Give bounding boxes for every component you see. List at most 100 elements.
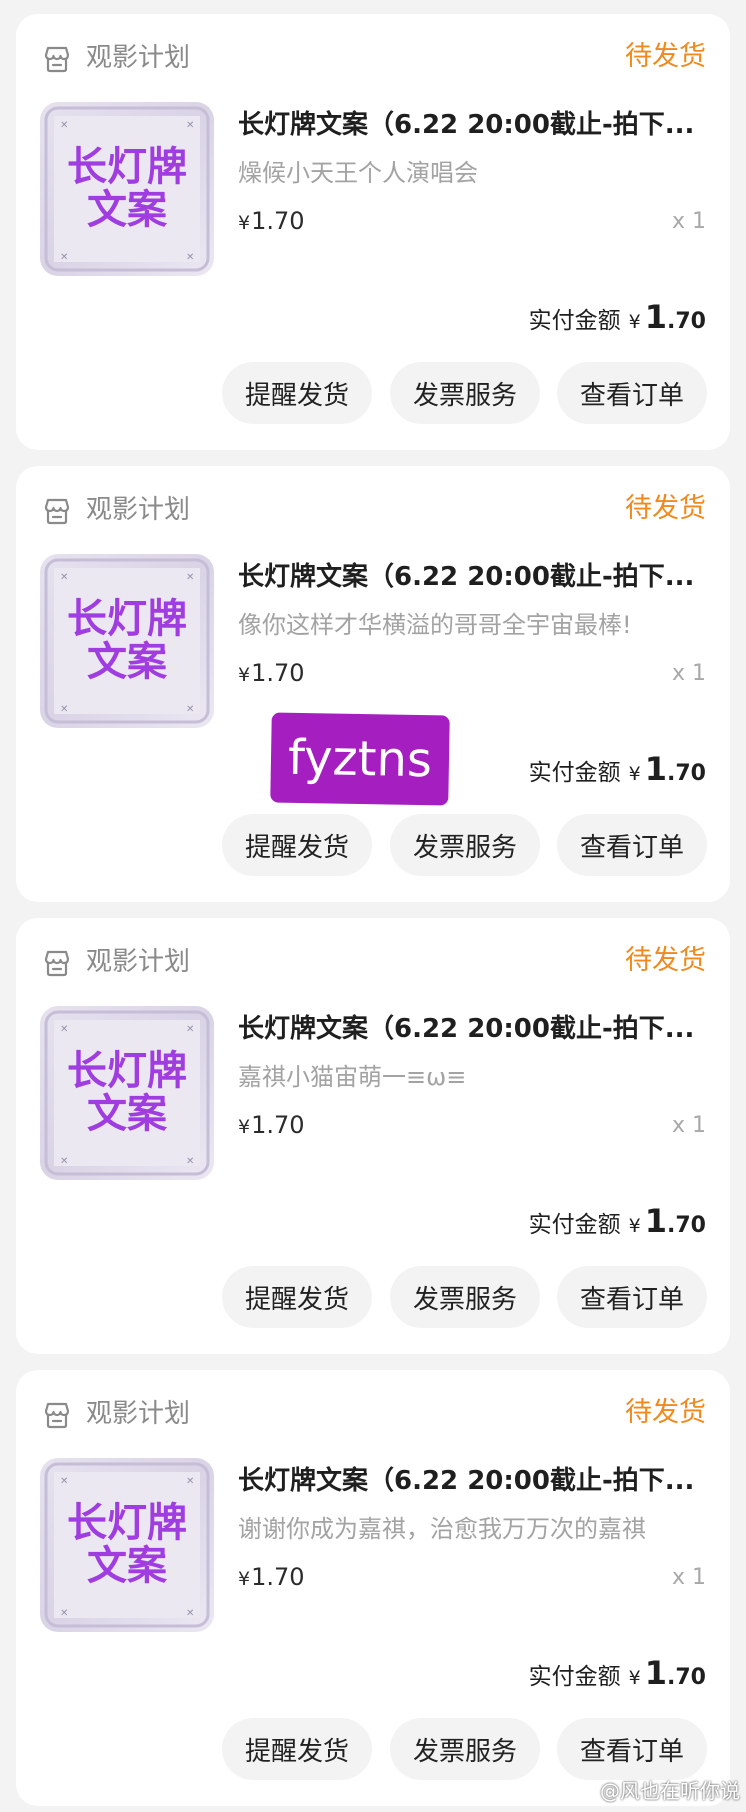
thumb-text-line1: 长灯牌	[67, 1048, 187, 1094]
view-order-button[interactable]: 查看订单	[557, 814, 707, 876]
thumb-text-line1: 长灯牌	[67, 1500, 187, 1546]
svg-text:✕: ✕	[186, 1608, 194, 1619]
order-list-page: 观影计划 待发货 ✕ ✕ ✕ ✕ 长灯牌 文案 长灯牌文案（6.22 20:00…	[0, 0, 746, 1812]
quantity: x 1	[671, 661, 706, 686]
paid-integer: 1	[644, 298, 668, 336]
view-order-button[interactable]: 查看订单	[557, 1718, 707, 1780]
product-thumbnail[interactable]: ✕ ✕ ✕ ✕ 长灯牌 文案	[40, 102, 214, 276]
view-order-button[interactable]: 查看订单	[557, 1266, 707, 1328]
unit-price-value: 1.70	[251, 659, 305, 687]
unit-price: ¥1.70	[238, 656, 305, 692]
unit-price: ¥1.70	[238, 1560, 305, 1596]
weibo-logo-icon	[567, 1781, 592, 1800]
unit-price: ¥1.70	[238, 1108, 305, 1144]
paid-currency: ¥	[628, 1667, 641, 1689]
quantity: x 1	[671, 1113, 706, 1138]
currency-symbol: ¥	[238, 664, 251, 686]
view-order-button[interactable]: 查看订单	[557, 362, 707, 424]
svg-text:✕: ✕	[60, 704, 68, 715]
svg-text:✕: ✕	[60, 1156, 68, 1167]
invoice-service-button[interactable]: 发票服务	[390, 1266, 540, 1328]
shop-name[interactable]: 观影计划	[86, 492, 190, 528]
watermark-text: @风也在听你说	[600, 1779, 740, 1803]
unit-price-value: 1.70	[251, 207, 305, 235]
quantity: x 1	[671, 1565, 706, 1590]
paid-currency: ¥	[628, 1215, 641, 1237]
order-card[interactable]: 观影计划 待发货 ✕ ✕ ✕ ✕ 长灯牌 文案 长灯牌文案（6.22 20:00…	[16, 918, 730, 1354]
order-status: 待发货	[625, 1397, 706, 1428]
unit-price: ¥1.70	[238, 204, 305, 240]
shop-name[interactable]: 观影计划	[86, 40, 190, 76]
svg-text:✕: ✕	[60, 572, 68, 583]
shop-icon	[44, 46, 70, 73]
product-spec: 燥候小天王个人演唱会	[238, 159, 478, 187]
paid-label: 实付金额	[528, 1212, 621, 1238]
watermark: @风也在听你说	[566, 1775, 740, 1804]
shop-icon	[44, 1402, 70, 1429]
paid-decimal: .70	[667, 1665, 706, 1690]
order-status: 待发货	[625, 41, 706, 72]
svg-text:✕: ✕	[60, 1476, 68, 1487]
svg-text:✕: ✕	[60, 1608, 68, 1619]
paid-label: 实付金额	[528, 308, 621, 334]
shop-icon	[44, 950, 70, 977]
invoice-service-button[interactable]: 发票服务	[390, 814, 540, 876]
thumb-text-line2: 文案	[87, 187, 168, 233]
paid-decimal: .70	[667, 761, 706, 786]
remind-shipping-button[interactable]: 提醒发货	[222, 1266, 372, 1328]
invoice-service-button[interactable]: 发票服务	[390, 362, 540, 424]
svg-text:✕: ✕	[186, 1024, 194, 1035]
order-card[interactable]: 观影计划 待发货 ✕ ✕ ✕ ✕ 长灯牌 文案 长灯牌文案（6.22 20:00…	[16, 1370, 730, 1806]
product-title[interactable]: 长灯牌文案（6.22 20:00截止-拍下...	[238, 1462, 710, 1500]
shop-name[interactable]: 观影计划	[86, 944, 190, 980]
shop-name[interactable]: 观影计划	[86, 1396, 190, 1432]
paid-label: 实付金额	[528, 760, 621, 786]
invoice-service-button[interactable]: 发票服务	[390, 1718, 540, 1780]
product-spec: 谢谢你成为嘉祺，治愈我万万次的嘉祺	[238, 1515, 646, 1543]
product-thumbnail[interactable]: ✕ ✕ ✕ ✕ 长灯牌 文案	[40, 1458, 214, 1632]
product-title[interactable]: 长灯牌文案（6.22 20:00截止-拍下...	[238, 106, 710, 144]
product-thumbnail[interactable]: ✕ ✕ ✕ ✕ 长灯牌 文案	[40, 554, 214, 728]
paid-label: 实付金额	[528, 1664, 621, 1690]
svg-text:✕: ✕	[60, 252, 68, 263]
paid-currency: ¥	[628, 311, 641, 333]
paid-decimal: .70	[667, 1213, 706, 1238]
remind-shipping-button[interactable]: 提醒发货	[222, 362, 372, 424]
thumb-text-line2: 文案	[87, 639, 168, 685]
currency-symbol: ¥	[238, 1116, 251, 1138]
svg-text:✕: ✕	[60, 120, 68, 131]
remind-shipping-button[interactable]: 提醒发货	[222, 814, 372, 876]
thumb-text-line1: 长灯牌	[67, 596, 187, 642]
unit-price-value: 1.70	[251, 1111, 305, 1139]
unit-price-value: 1.70	[251, 1563, 305, 1591]
paid-decimal: .70	[667, 309, 706, 334]
product-spec: 像你这样才华横溢的哥哥全宇宙最棒!	[238, 611, 632, 639]
svg-text:✕: ✕	[186, 1156, 194, 1167]
paid-amount: 实付金额 ¥ 1 .70	[529, 1654, 706, 1698]
svg-text:✕: ✕	[186, 1476, 194, 1487]
thumb-text-line2: 文案	[87, 1091, 168, 1137]
order-status: 待发货	[625, 945, 706, 976]
paid-integer: 1	[644, 1654, 668, 1692]
paid-amount: 实付金额 ¥ 1 .70	[529, 750, 706, 794]
product-title[interactable]: 长灯牌文案（6.22 20:00截止-拍下...	[238, 1010, 710, 1048]
product-spec: 嘉祺小猫宙萌一≡ω≡	[238, 1063, 467, 1091]
svg-text:✕: ✕	[186, 252, 194, 263]
paid-integer: 1	[644, 1202, 668, 1240]
paid-amount: 实付金额 ¥ 1 .70	[529, 1202, 706, 1246]
paid-integer: 1	[644, 750, 668, 788]
product-title[interactable]: 长灯牌文案（6.22 20:00截止-拍下...	[238, 558, 710, 596]
remind-shipping-button[interactable]: 提醒发货	[222, 1718, 372, 1780]
paid-amount: 实付金额 ¥ 1 .70	[529, 298, 706, 342]
product-thumbnail[interactable]: ✕ ✕ ✕ ✕ 长灯牌 文案	[40, 1006, 214, 1180]
thumb-text-line2: 文案	[87, 1543, 168, 1589]
order-status: 待发货	[625, 493, 706, 524]
svg-text:✕: ✕	[186, 704, 194, 715]
svg-text:✕: ✕	[186, 120, 194, 131]
order-card[interactable]: 观影计划 待发货 ✕ ✕ ✕ ✕ 长灯牌 文案 长灯牌文案（6.22 20:00…	[16, 466, 730, 902]
paid-currency: ¥	[628, 763, 641, 785]
order-card[interactable]: 观影计划 待发货 ✕ ✕ ✕ ✕ 长灯牌 文案 长灯牌文案（6.22 20:00…	[16, 14, 730, 450]
shop-icon	[44, 498, 70, 525]
currency-symbol: ¥	[238, 1568, 251, 1590]
svg-text:✕: ✕	[186, 572, 194, 583]
